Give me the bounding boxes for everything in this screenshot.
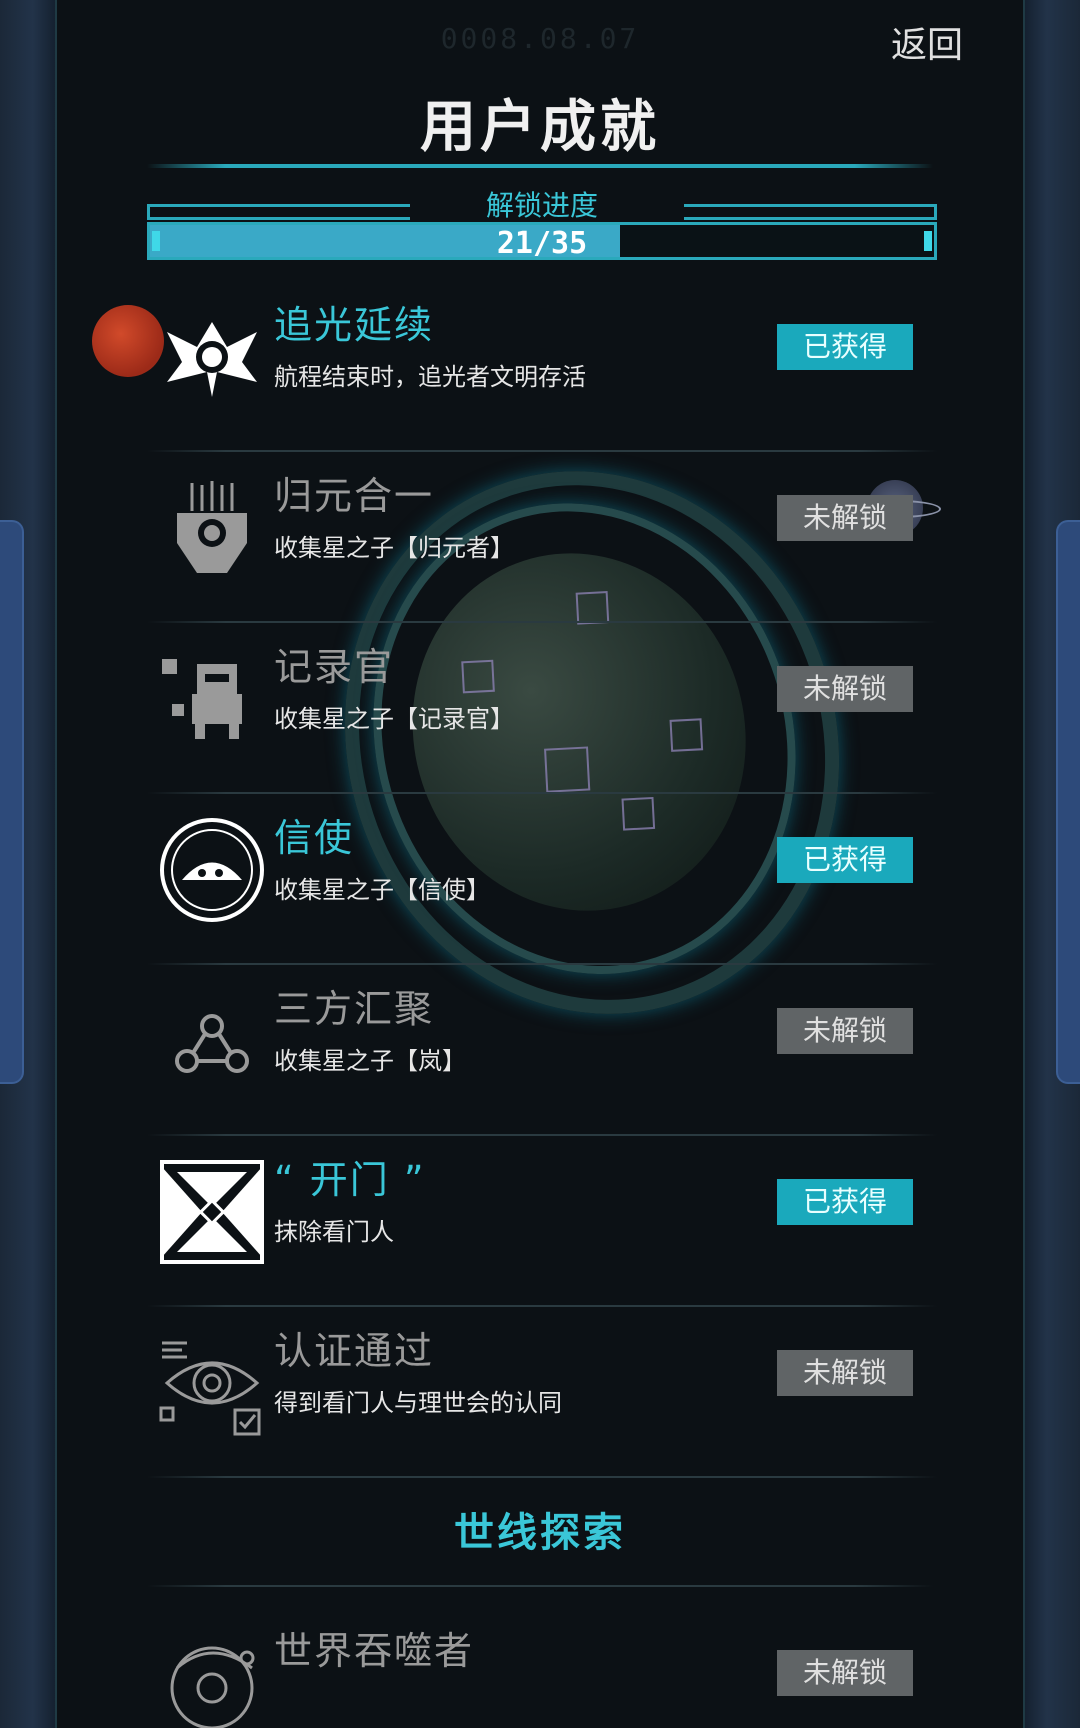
progress-label: 解锁进度 [485,189,598,222]
status-badge: 未解锁 [777,666,913,712]
achievement-row[interactable]: 追光延续航程结束时，追光者文明存活 已获得 [147,282,937,452]
left-rail [0,520,24,1084]
network-icon [157,986,267,1096]
achievement-desc: 收集星之子【记录官】 [274,705,514,733]
status-badge: 未解锁 [777,1350,913,1396]
title-divider [147,164,933,168]
achievement-row[interactable]: 世界吞噬者 未解锁 [147,1608,937,1728]
achievement-name: 信使 [274,816,355,860]
status-badge: 已获得 [777,324,913,370]
achievement-desc: 收集星之子【岚】 [274,1047,466,1075]
achievement-name: 记录官 [274,645,395,689]
row-divider [147,963,937,965]
row-divider [147,621,937,623]
achievement-desc: 收集星之子【归元者】 [274,534,514,562]
achievement-desc: 得到看门人与理世会的认同 [274,1389,562,1417]
robot-icon [157,644,267,754]
status-badge: 已获得 [777,837,913,883]
achievement-row[interactable]: 三方汇聚收集星之子【岚】 未解锁 [147,966,937,1136]
achievement-name: 世界吞噬者 [274,1629,475,1673]
left-frame [0,0,55,1728]
row-divider [147,450,937,452]
status-badge: 未解锁 [777,1650,913,1696]
achievement-name: 归元合一 [274,474,435,518]
red-planet-illustration [92,305,164,377]
row-divider [147,1305,937,1307]
mask-icon [157,473,267,583]
ship-circle-icon [157,815,267,925]
achievement-name: “ 开门 ” [274,1158,426,1202]
achievement-row[interactable]: 认证通过得到看门人与理世会的认同 未解锁 [147,1308,937,1478]
back-button[interactable]: 返回 [891,16,963,68]
unlock-progress: 解锁进度 21/35 [147,189,937,264]
achievement-row[interactable]: 归元合一收集星之子【归元者】 未解锁 [147,453,937,623]
achievement-row[interactable]: 记录官收集星之子【记录官】 未解锁 [147,624,937,794]
section-divider [147,1585,933,1587]
date-label: 0008.08.07 [440,22,640,55]
achievement-desc: 抹除看门人 [274,1218,394,1246]
progress-count: 21/35 [496,226,588,261]
eye-check-icon [157,1328,267,1438]
achievement-desc: 收集星之子【信使】 [274,876,490,904]
section-title: 世线探索 [454,1510,626,1556]
status-badge: 未解锁 [777,1008,913,1054]
winged-star-icon [157,302,267,412]
row-divider [147,1134,937,1136]
status-badge: 未解锁 [777,495,913,541]
achievement-name: 认证通过 [274,1329,435,1373]
page-title: 用户成就 [420,95,660,160]
achievement-panel: 0008.08.07 返回 用户成就 解锁进度 21/35 追光延续航程结束时，… [55,0,1025,1728]
row-divider [147,792,937,794]
achievement-row[interactable]: “ 开门 ” 抹除看门人 已获得 [147,1137,937,1307]
achievement-name: 追光延续 [274,303,435,347]
right-frame [1025,0,1080,1728]
achievement-desc: 航程结束时，追光者文明存活 [274,363,586,391]
row-divider [147,1476,937,1478]
gate-icon [157,1157,267,1267]
status-badge: 已获得 [777,1179,913,1225]
achievement-row[interactable]: 信使收集星之子【信使】 已获得 [147,795,937,965]
orbit-icon [157,1628,267,1728]
achievement-name: 三方汇聚 [274,987,435,1031]
right-rail [1056,520,1080,1084]
progress-bar: 21/35 [147,222,937,261]
